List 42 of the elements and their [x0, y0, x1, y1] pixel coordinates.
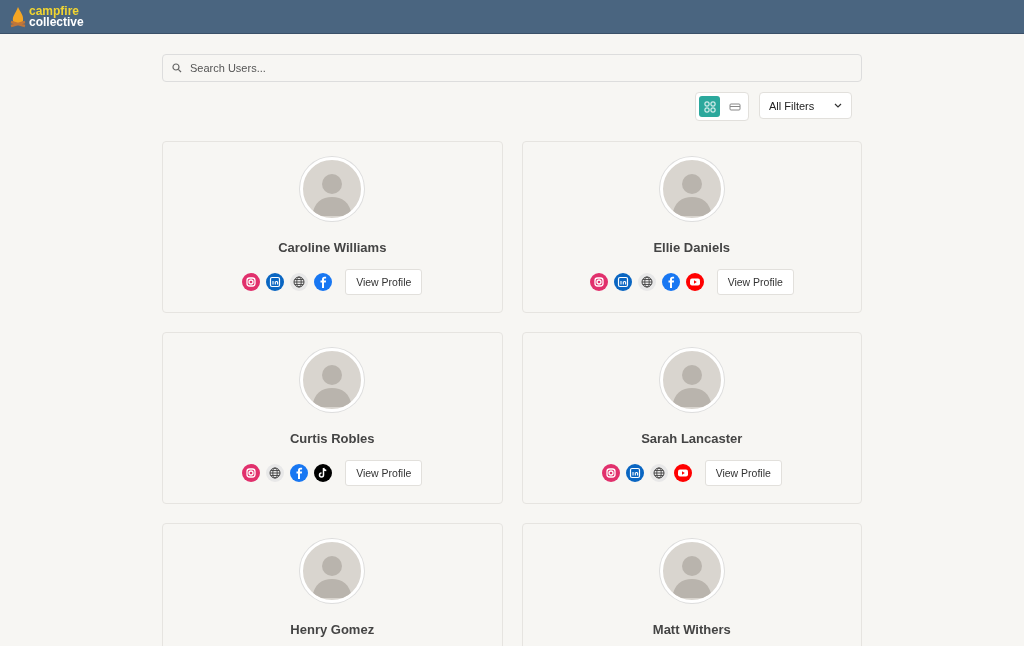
facebook-icon[interactable] — [314, 273, 333, 291]
avatar-placeholder — [659, 157, 724, 221]
user-name: Sarah Lancaster — [641, 431, 743, 446]
globe-icon[interactable] — [649, 464, 668, 482]
user-name: Henry Gomez — [290, 622, 375, 637]
list-icon — [728, 100, 741, 113]
youtube-icon[interactable] — [685, 273, 704, 291]
user-name: Matt Withers — [652, 622, 731, 637]
campfire-icon — [10, 5, 26, 28]
view-profile-button[interactable]: View Profile — [345, 269, 423, 295]
facebook-icon[interactable] — [661, 273, 680, 291]
filter-dropdown[interactable]: All Filters — [759, 92, 852, 119]
facebook-icon[interactable] — [290, 464, 309, 482]
instagram-icon[interactable] — [242, 464, 261, 482]
youtube-icon[interactable] — [673, 464, 692, 482]
user-name: Caroline Williams — [278, 240, 387, 255]
user-name: Curtis Robles — [290, 431, 375, 446]
instagram-icon[interactable] — [242, 273, 261, 291]
grid-view-button[interactable] — [699, 96, 720, 117]
avatar-placeholder — [300, 157, 365, 221]
linkedin-icon[interactable] — [266, 273, 285, 291]
linkedin-icon[interactable] — [613, 273, 632, 291]
search-field[interactable]: Search Users... — [162, 54, 862, 82]
logo-text: campfire — [29, 5, 80, 17]
instagram-icon[interactable] — [589, 273, 608, 291]
logo-text: collective — [29, 16, 84, 28]
avatar-placeholder — [300, 539, 365, 603]
avatar-placeholder — [659, 348, 724, 412]
instagram-icon[interactable] — [601, 464, 620, 482]
globe-icon[interactable] — [266, 464, 285, 482]
view-profile-button[interactable]: View Profile — [345, 460, 423, 486]
view-profile-button[interactable]: View Profile — [704, 460, 782, 486]
globe-icon[interactable] — [637, 273, 656, 291]
avatar-placeholder — [300, 348, 365, 412]
grid-icon — [703, 100, 716, 113]
chevron-down-icon — [834, 103, 842, 108]
view-profile-button[interactable]: View Profile — [716, 269, 794, 295]
user-name: Ellie Daniels — [653, 240, 731, 255]
tiktok-icon[interactable] — [314, 464, 333, 482]
linkedin-icon[interactable] — [625, 464, 644, 482]
globe-icon[interactable] — [290, 273, 309, 291]
avatar-placeholder — [659, 539, 724, 603]
